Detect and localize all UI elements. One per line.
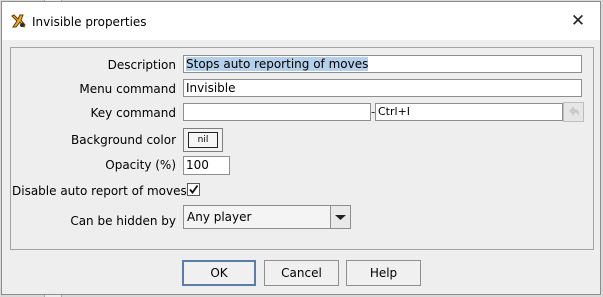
undo-arrow-icon <box>564 106 583 124</box>
title-bar: Invisible properties ✕ <box>2 2 600 40</box>
properties-dialog: Invisible properties ✕ Description Stops… <box>1 1 601 295</box>
key-command-field[interactable] <box>183 103 371 121</box>
disable-auto-report-label: Disable auto report of moves <box>12 184 187 198</box>
disable-auto-report-checkbox[interactable] <box>187 183 200 196</box>
opacity-field[interactable]: 100 <box>183 156 230 175</box>
key-command-display: Ctrl+I <box>375 103 563 121</box>
menu-command-label: Menu command <box>79 82 176 96</box>
menu-command-field[interactable]: Invisible <box>183 79 582 97</box>
undo-button[interactable] <box>563 102 584 122</box>
background-color-label: Background color <box>71 133 176 147</box>
help-button[interactable]: Help <box>346 260 421 286</box>
cancel-button[interactable]: Cancel <box>264 260 339 286</box>
window-title: Invisible properties <box>32 15 147 29</box>
ok-button[interactable]: OK <box>182 260 256 286</box>
close-icon[interactable]: ✕ <box>568 11 588 31</box>
opacity-label: Opacity (%) <box>105 158 176 172</box>
description-value: Stops auto reporting of moves <box>186 57 369 71</box>
background-color-button[interactable]: nil <box>183 128 223 152</box>
hidden-by-value: Any player <box>187 210 252 224</box>
vassal-app-icon <box>10 13 26 29</box>
checkmark-icon <box>188 184 199 198</box>
hidden-by-label: Can be hidden by <box>70 214 176 228</box>
hidden-by-select[interactable]: Any player <box>183 205 351 229</box>
chevron-down-icon[interactable] <box>330 206 350 228</box>
description-field[interactable]: Stops auto reporting of moves <box>183 55 582 73</box>
description-label: Description <box>107 58 176 72</box>
key-command-label: Key command <box>90 106 176 120</box>
background-color-swatch: nil <box>188 132 218 148</box>
